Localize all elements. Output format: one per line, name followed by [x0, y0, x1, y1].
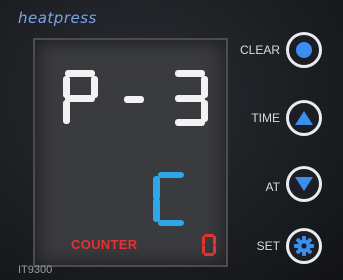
- brand-logo: heatpress: [18, 9, 97, 27]
- counter-value-digit: [202, 234, 216, 256]
- circle-icon: [296, 42, 312, 58]
- controller-panel: heatpress P-3: [0, 0, 343, 280]
- clear-button-label: CLEAR: [239, 43, 280, 57]
- time-button-label: TIME: [251, 111, 280, 125]
- set-button[interactable]: [286, 228, 322, 264]
- counter-value: 0: [202, 234, 216, 256]
- at-button[interactable]: [286, 166, 322, 202]
- main-readout: P-3: [61, 68, 219, 128]
- set-button-label: SET: [256, 239, 280, 253]
- model-number: IT9300: [18, 264, 53, 276]
- gear-icon: [294, 236, 314, 256]
- lcd-display: P-3: [33, 38, 228, 267]
- at-button-label: AT: [265, 180, 280, 194]
- counter-label: COUNTER: [71, 237, 138, 252]
- triangle-down-icon: [295, 177, 313, 191]
- counter-row: COUNTER 0: [35, 234, 226, 258]
- unit-readout-digit: [153, 172, 184, 226]
- main-readout-digits: [63, 70, 208, 126]
- time-button[interactable]: [286, 100, 322, 136]
- clear-button[interactable]: [286, 32, 322, 68]
- unit-readout: C: [150, 170, 190, 228]
- triangle-up-icon: [295, 111, 313, 125]
